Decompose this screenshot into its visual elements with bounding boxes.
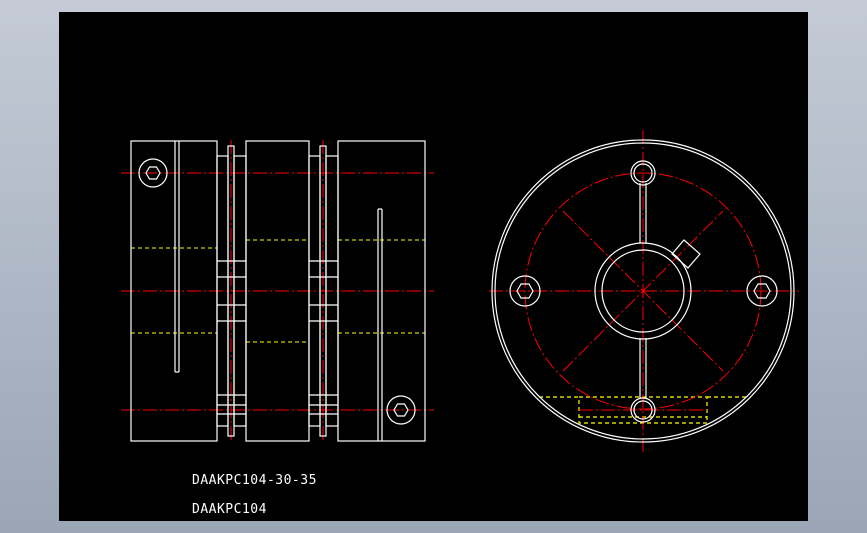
keyway (671, 239, 701, 269)
series-label: DAAKPC104 (192, 502, 267, 517)
cad-viewport[interactable]: DAAKPC104-30-35 DAAKPC104 (59, 12, 808, 521)
coupling-drawing (121, 130, 799, 452)
end-centerlines (489, 130, 799, 452)
centerlines (121, 140, 434, 442)
part-number-label: DAAKPC104-30-35 (192, 473, 317, 488)
side-view (121, 140, 434, 442)
end-view (489, 130, 799, 452)
